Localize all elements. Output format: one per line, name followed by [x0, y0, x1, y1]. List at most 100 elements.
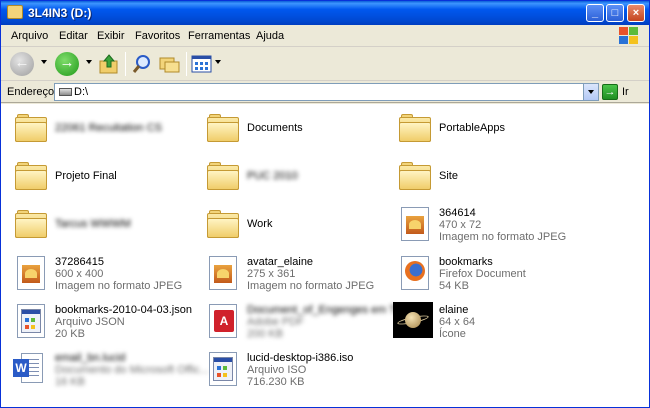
menu-arquivo[interactable]: Arquivo [11, 30, 48, 42]
close-button[interactable]: × [627, 4, 645, 22]
item-name: bookmarks-2010-04-03.json [55, 304, 192, 316]
address-path: D:\ [74, 86, 89, 98]
list-item[interactable]: avatar_elaine 275 x 361 Imagem no format… [205, 253, 385, 299]
views-icon [191, 55, 212, 73]
drive-icon [59, 88, 72, 96]
list-item[interactable]: bookmarks-2010-04-03.json Arquivo JSON 2… [13, 301, 193, 347]
menu-bar: Arquivo Editar Exibir Favoritos Ferramen… [1, 25, 649, 47]
jpeg-icon [13, 253, 49, 293]
item-type: Documento do Microsoft Offic... [55, 364, 209, 376]
folder-icon [397, 108, 433, 148]
item-name: 22061 Recuitation CS [55, 122, 163, 134]
item-name: email_bn.lucid [55, 352, 126, 364]
item-type: Imagem no formato JPEG [439, 231, 567, 243]
list-item[interactable]: Projeto Final [13, 156, 193, 202]
item-name: elaine [439, 304, 469, 316]
list-item[interactable]: PortableApps [397, 108, 597, 154]
address-bar: Endereço D:\ → Ir [1, 81, 649, 103]
item-name: Tarcus WWWM [55, 218, 131, 230]
list-item[interactable]: 22061 Recuitation CS [13, 108, 193, 154]
address-label: Endereço [7, 86, 55, 98]
menu-favoritos[interactable]: Favoritos [135, 30, 180, 42]
saturn-icon [393, 301, 435, 341]
views-button[interactable] [191, 53, 213, 75]
folder-icon [13, 108, 49, 148]
go-arrow-icon[interactable]: → [602, 84, 618, 100]
explorer-window: 3L4IN3 (D:) _ □ × Arquivo Editar Exibir … [0, 0, 650, 408]
folder-icon [13, 204, 49, 244]
list-item[interactable]: W email_bn.lucid Documento do Microsoft … [13, 349, 209, 395]
title-bar[interactable]: 3L4IN3 (D:) _ □ × [1, 1, 649, 25]
menu-exibir[interactable]: Exibir [97, 30, 125, 42]
folders-icon [159, 57, 180, 73]
list-item[interactable]: Tarcus WWWM [13, 204, 193, 250]
list-item[interactable]: A Document_of_Engenges em T... Adobe PDF… [205, 301, 404, 347]
item-name: PUC 2010 [247, 170, 298, 182]
item-type: Imagem no formato JPEG [247, 280, 375, 292]
folder-icon [205, 156, 241, 196]
jpeg-icon [205, 253, 241, 293]
back-button[interactable]: ← [10, 52, 34, 76]
item-type: Arquivo JSON [55, 316, 125, 328]
folder-icon [13, 156, 49, 196]
item-size: 200 KB [247, 328, 284, 340]
item-name: PortableApps [439, 122, 506, 134]
item-size: 54 KB [439, 280, 469, 292]
item-type: Ícone [439, 328, 466, 340]
menu-ajuda[interactable]: Ajuda [256, 30, 284, 42]
list-item[interactable]: 37286415 600 x 400 Imagem no formato JPE… [13, 253, 193, 299]
item-name: lucid-desktop-i386.iso [247, 352, 354, 364]
item-name: Document_of_Engenges em T... [247, 304, 404, 316]
jpeg-icon [397, 204, 433, 244]
item-name: avatar_elaine [247, 256, 314, 268]
views-dropdown[interactable] [215, 60, 221, 64]
list-item[interactable]: PUC 2010 [205, 156, 385, 202]
window-title: 3L4IN3 (D:) [28, 6, 92, 20]
address-input[interactable]: D:\ [54, 83, 599, 101]
item-name: bookmarks [439, 256, 493, 268]
maximize-button[interactable]: □ [606, 4, 624, 22]
up-folder-button[interactable] [98, 53, 120, 75]
search-button[interactable] [131, 53, 153, 75]
item-name: Documents [247, 122, 303, 134]
item-name: Projeto Final [55, 170, 117, 182]
forward-history-dropdown[interactable] [86, 60, 92, 64]
list-item[interactable]: lucid-desktop-i386.iso Arquivo ISO 716.2… [205, 349, 385, 395]
pdf-icon: A [205, 301, 241, 341]
item-dimensions: 470 x 72 [439, 219, 482, 231]
list-item[interactable]: Work [205, 204, 385, 250]
item-type: Firefox Document [439, 268, 526, 280]
list-item[interactable]: bookmarks Firefox Document 54 KB [397, 253, 617, 299]
folder-icon [205, 108, 241, 148]
item-name: 37286415 [55, 256, 104, 268]
list-item[interactable]: elaine 64 x 64 Ícone [393, 301, 613, 347]
back-history-dropdown[interactable] [41, 60, 47, 64]
go-button[interactable]: Ir [622, 86, 629, 98]
firefox-icon [397, 253, 433, 293]
forward-button[interactable]: → [55, 52, 79, 76]
json-icon [13, 301, 49, 341]
item-size: 20 KB [55, 328, 85, 340]
drive-icon [7, 5, 23, 19]
item-name: Work [247, 218, 273, 230]
menu-editar[interactable]: Editar [59, 30, 88, 42]
folders-button[interactable] [159, 53, 181, 75]
item-name: Site [439, 170, 458, 182]
list-item[interactable]: 364614 470 x 72 Imagem no formato JPEG [397, 204, 617, 250]
windows-logo-icon [617, 26, 641, 46]
item-dimensions: 600 x 400 [55, 268, 104, 280]
list-item[interactable]: Documents [205, 108, 385, 154]
item-name: 364614 [439, 207, 476, 219]
standard-toolbar: ← → [1, 47, 649, 81]
address-dropdown[interactable] [583, 84, 598, 100]
item-size: 16 KB [55, 376, 85, 388]
up-folder-icon [99, 54, 118, 74]
item-type: Adobe PDF [247, 316, 304, 328]
minimize-button[interactable]: _ [586, 4, 604, 22]
word-icon: W [13, 349, 49, 389]
menu-ferramentas[interactable]: Ferramentas [188, 30, 250, 42]
list-item[interactable]: Site [397, 156, 597, 202]
search-icon [132, 55, 150, 73]
item-dimensions: 275 x 361 [247, 268, 296, 280]
iso-icon [205, 349, 241, 389]
